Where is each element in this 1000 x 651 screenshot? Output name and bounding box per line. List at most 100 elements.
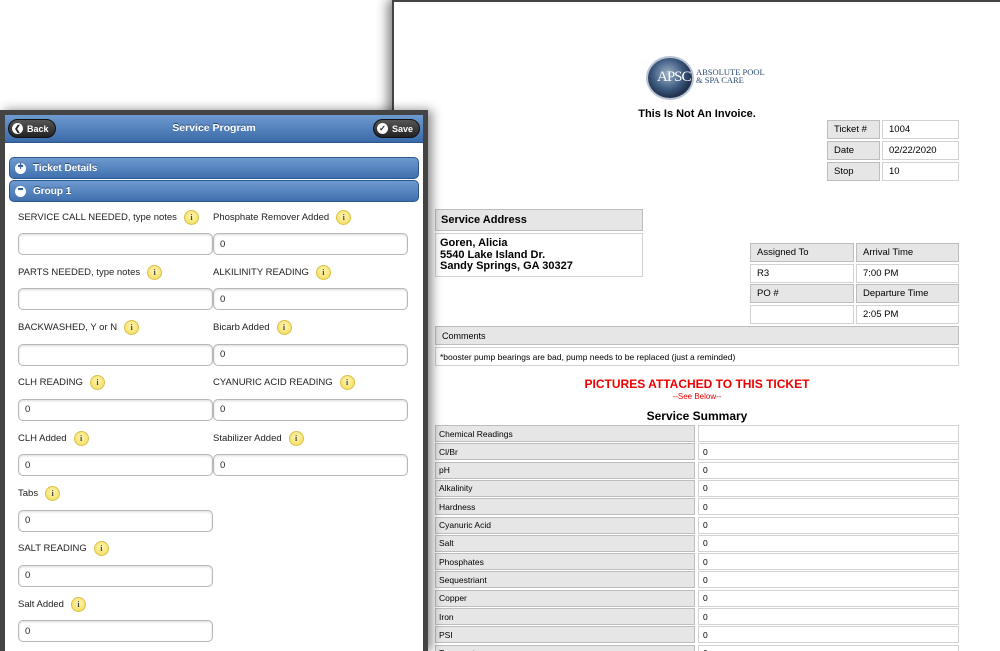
field-input[interactable]	[18, 233, 213, 255]
summary-row: pH 0	[435, 461, 959, 479]
info-icon[interactable]: i	[336, 209, 352, 225]
summary-row: Cyanuric Acid 0	[435, 516, 959, 534]
date-label: Date	[827, 141, 880, 160]
info-icon[interactable]: i	[147, 264, 163, 280]
info-icon[interactable]: i	[276, 320, 292, 336]
field-input[interactable]: 0	[18, 620, 213, 643]
summary-row: Hardness 0	[435, 498, 959, 516]
summary-row-value: 0	[698, 626, 959, 644]
field-input[interactable]: 0	[213, 398, 408, 421]
summary-row-label: Chemical Readings	[435, 425, 695, 442]
summary-row-label: Cl/Br	[435, 443, 695, 461]
summary-row-label: Iron	[435, 608, 695, 625]
summary-row-label: Sequestriant	[435, 571, 695, 589]
not-invoice-notice: This Is Not An Invoice.	[638, 108, 756, 120]
summary-row: Salt 0	[435, 534, 959, 552]
summary-row-label: Salt	[435, 534, 695, 552]
comments-label: Comments	[435, 326, 959, 345]
summary-row: PSI 0	[435, 626, 959, 644]
field-label: PARTS NEEDED, type notes i	[18, 263, 163, 281]
field-label: Bicarb Added i	[213, 319, 292, 337]
field-input[interactable]: 0	[213, 343, 408, 366]
summary-row-label: Hardness	[435, 498, 695, 516]
summary-row-value: 0	[698, 644, 959, 651]
summary-row: Alkalinity 0	[435, 479, 959, 497]
arrival-time-label: Arrival Time	[856, 243, 959, 262]
assigned-to-value: R3	[750, 264, 854, 283]
summary-row: Sequestriant 0	[435, 571, 959, 589]
field-label: SALT READING i	[18, 540, 109, 558]
field-label: Stabilizer Added i	[213, 429, 304, 447]
summary-row-value: 0	[698, 461, 959, 479]
info-icon[interactable]: i	[315, 264, 331, 280]
group-1-label: Group 1	[33, 185, 72, 197]
summary-row-label: pH	[435, 461, 695, 479]
field-label: Phosphate Remover Added i	[213, 208, 352, 226]
info-icon[interactable]: i	[70, 596, 86, 612]
field-label-text: Stabilizer Added	[213, 432, 282, 444]
field-input[interactable]: 0	[18, 398, 213, 421]
service-address-block: Goren, Alicia 5540 Lake Island Dr. Sandy…	[435, 233, 643, 277]
field-label-text: Salt Added	[18, 598, 64, 610]
field-label: SERVICE CALL NEEDED, type notes i	[18, 208, 199, 226]
comments-text: *booster pump bearings are bad, pump nee…	[435, 347, 959, 366]
po-number-label: PO #	[750, 284, 854, 303]
summary-row: Cl/Br 0	[435, 443, 959, 461]
summary-row: Phosphates 0	[435, 553, 959, 571]
field-input[interactable]: 0	[213, 454, 408, 477]
field-input[interactable]	[18, 288, 213, 311]
pictures-attached-notice: PICTURES ATTACHED TO THIS TICKET	[584, 377, 810, 391]
field-input[interactable]: 0	[18, 564, 213, 587]
field-label: Salt Added i	[18, 595, 86, 613]
brand-line-2: & SPA CARE	[696, 75, 744, 85]
info-icon[interactable]: i	[93, 541, 109, 557]
summary-row-label: Phosphates	[435, 553, 695, 571]
service-program-app: ❮ Back Service Program ✓ Save + Ticket D…	[0, 110, 428, 651]
info-icon[interactable]: i	[89, 375, 105, 391]
ticket-number-value: 1004	[882, 120, 959, 139]
summary-row-value: 0	[698, 589, 959, 607]
stop-label: Stop	[827, 162, 880, 181]
summary-row-value	[698, 425, 959, 442]
assigned-to-label: Assigned To	[750, 243, 854, 262]
field-label-text: Phosphate Remover Added	[213, 211, 330, 223]
info-icon[interactable]: i	[339, 375, 355, 391]
summary-row: Copper 0	[435, 589, 959, 607]
field-label: CLH Added i	[18, 429, 89, 447]
field-label-text: CLH Added	[18, 432, 67, 444]
see-below-note: --See Below--	[672, 392, 722, 401]
field-label-text: ALKILINITY READING	[213, 266, 309, 278]
info-icon[interactable]: i	[124, 320, 140, 336]
stop-value: 10	[882, 162, 959, 181]
summary-row-value: 0	[698, 553, 959, 571]
info-icon[interactable]: i	[45, 486, 61, 501]
field-input[interactable]: 0	[213, 233, 408, 255]
service-address-heading: Service Address	[435, 209, 643, 231]
summary-row-value: 0	[698, 498, 959, 516]
departure-time-value: 2:05 PM	[856, 305, 959, 324]
field-input[interactable]: 0	[18, 509, 213, 532]
field-label-text: SALT READING	[18, 543, 87, 555]
departure-time-label: Departure Time	[856, 284, 959, 303]
summary-row: Chemical Readings	[435, 425, 959, 442]
field-label-text: PARTS NEEDED, type notes	[18, 266, 141, 278]
summary-row-label: PSI	[435, 626, 695, 644]
info-icon[interactable]: i	[183, 209, 199, 225]
info-icon[interactable]: i	[288, 430, 304, 446]
field-label-text: Tabs	[18, 488, 39, 499]
field-input[interactable]	[18, 343, 213, 366]
field-label-text: CYANURIC ACID READING	[213, 377, 333, 389]
checkmark-icon: ✓	[376, 123, 388, 134]
field-input[interactable]: 0	[18, 454, 213, 477]
info-icon[interactable]: i	[73, 430, 89, 446]
summary-row-label: Temperature	[435, 644, 695, 651]
field-input[interactable]: 0	[213, 288, 408, 311]
summary-row-label: Copper	[435, 589, 695, 607]
group-1-accordion[interactable]: − Group 1	[9, 180, 419, 202]
field-label-text: Bicarb Added	[213, 322, 270, 334]
header-toolbar: ❮ Back Service Program ✓ Save	[5, 115, 423, 143]
save-button[interactable]: ✓ Save	[372, 119, 420, 138]
ticket-details-accordion[interactable]: + Ticket Details	[9, 157, 419, 179]
summary-row-label: Alkalinity	[435, 479, 695, 497]
page-title: Service Program	[172, 122, 256, 134]
